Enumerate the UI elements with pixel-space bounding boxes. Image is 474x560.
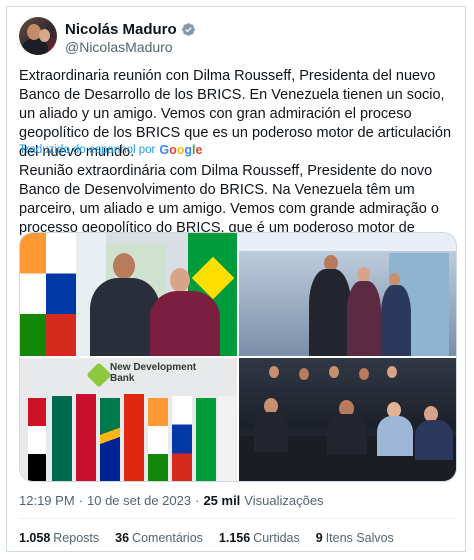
- divider: [19, 518, 455, 519]
- photo-handshake[interactable]: [20, 233, 237, 356]
- stat-reposts[interactable]: 1.058 Reposts: [19, 531, 99, 545]
- media-ndb-sign: New Development Bank: [110, 362, 197, 384]
- google-logo: Google: [159, 143, 203, 157]
- comments-count: 36: [115, 531, 130, 545]
- avatar[interactable]: [19, 17, 57, 55]
- likes-count: 1.156: [218, 531, 251, 545]
- photo-ndb-flags[interactable]: New Development Bank: [20, 358, 237, 481]
- author-name[interactable]: Nicolás Maduro: [65, 21, 177, 38]
- stat-comments[interactable]: 36 Comentários: [115, 531, 203, 545]
- likes-label: Curtidas: [253, 531, 300, 545]
- meta-separator: ·: [78, 493, 83, 508]
- views-count: 25 mil: [203, 493, 241, 508]
- tweet-card: Nicolás Maduro @NicolasMaduro Extraordin…: [6, 6, 466, 552]
- bookmarks-label: Itens Salvos: [325, 531, 394, 545]
- views-label: Visualizações: [244, 493, 324, 508]
- translated-label: Traduzido do espanhol por: [19, 144, 156, 156]
- photo-meeting[interactable]: [239, 358, 456, 481]
- stat-bookmarks[interactable]: 9 Itens Salvos: [316, 531, 394, 545]
- reposts-count: 1.058: [19, 531, 51, 545]
- engagement-stats: 1.058 Reposts 36 Comentários 1.156 Curtidas…: [19, 531, 394, 545]
- author-name-row: Nicolás Maduro: [65, 20, 196, 38]
- translation-attribution: Traduzido do espanhol por Google: [19, 143, 202, 157]
- meta-separator: ·: [195, 493, 200, 508]
- reposts-label: Reposts: [53, 531, 100, 545]
- comments-label: Comentários: [132, 531, 203, 545]
- author-handle[interactable]: @NicolasMaduro: [65, 39, 173, 55]
- bookmarks-count: 9: [315, 531, 323, 545]
- tweet-meta: 12:19 PM · 10 de set de 2023 · 25 mil Vi…: [19, 493, 324, 508]
- tweet-time[interactable]: 12:19 PM: [19, 493, 75, 508]
- media-grid: New Development Bank: [19, 232, 457, 482]
- stat-likes[interactable]: 1.156 Curtidas: [219, 531, 300, 545]
- verified-badge-icon: [181, 22, 195, 36]
- photo-walking[interactable]: [239, 233, 456, 356]
- tweet-date[interactable]: 10 de set de 2023: [87, 493, 191, 508]
- tweet-header: Nicolás Maduro @NicolasMaduro: [19, 17, 455, 59]
